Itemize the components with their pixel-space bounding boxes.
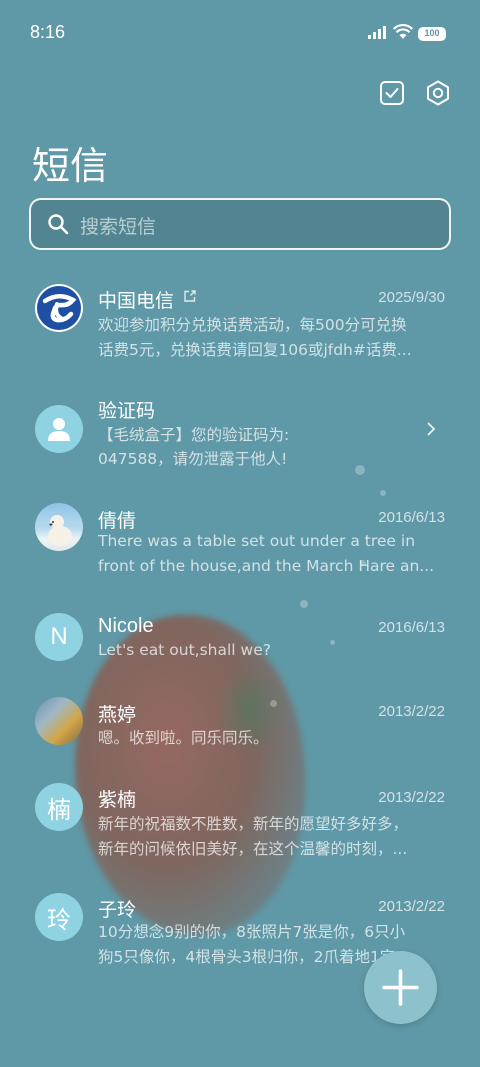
china-telecom-logo-avatar xyxy=(35,284,83,332)
conversation-preview-line1: 10分想念9别的你，8张照片7张是你，6只小 xyxy=(98,923,406,941)
conversation-item[interactable]: N Nicole 2016/6/13 Let's eat out,shall w… xyxy=(0,610,480,710)
conversation-date: 2013/2/22 xyxy=(378,703,445,720)
conversation-preview-line1: There was a table set out under a tree i… xyxy=(98,532,416,550)
new-message-button[interactable] xyxy=(364,951,437,1024)
select-checkbox-icon[interactable] xyxy=(378,79,406,107)
external-link-icon xyxy=(184,290,196,302)
letter-avatar: 玲 xyxy=(35,893,83,941)
conversation-preview-line2: 047588，请勿泄露于他人! xyxy=(98,450,288,468)
conversation-name: Nicole xyxy=(98,615,154,637)
signal-icon xyxy=(368,26,386,39)
conversation-date: 2013/2/22 xyxy=(378,789,445,806)
letter-avatar: 楠 xyxy=(35,783,83,831)
conversation-item[interactable]: 验证码 【毛绒盒子】您的验证码为: 047588，请勿泄露于他人! xyxy=(0,390,480,490)
conversation-name: 倩倩 xyxy=(98,510,137,532)
conversation-name: 中国电信 xyxy=(98,290,175,312)
background-bubble xyxy=(380,490,386,496)
search-bar[interactable]: 搜索短信 xyxy=(29,198,451,250)
letter-avatar: N xyxy=(35,613,83,661)
conversation-preview-line2: 新年的问候依旧美好，在这个温馨的时刻，... xyxy=(98,840,408,858)
battery-icon: 100 xyxy=(418,27,446,41)
conversation-date: 2013/2/22 xyxy=(378,898,445,915)
conversation-name: 紫楠 xyxy=(98,789,137,811)
conversation-name: 子玲 xyxy=(98,899,137,921)
search-icon xyxy=(48,214,69,235)
conversation-preview-line1: 【毛绒盒子】您的验证码为: xyxy=(98,426,290,444)
polar-bear-photo-avatar xyxy=(35,503,83,551)
conversation-preview-line1: 嗯。收到啦。同乐同乐。 xyxy=(98,729,269,747)
chevron-right-icon xyxy=(427,422,436,436)
conversation-item[interactable]: 中国电信 2025/9/30 欢迎参加积分兑换话费活动，每500分可兑换 话费5… xyxy=(0,280,480,380)
conversation-preview-line2: front of the house,and the March Hare an… xyxy=(98,557,435,575)
background-bubble xyxy=(300,600,308,608)
wifi-icon xyxy=(393,24,413,39)
status-time: 8:16 xyxy=(30,22,66,42)
conversation-item[interactable]: 楠 紫楠 2013/2/22 新年的祝福数不胜数，新年的愿望好多好多， 新年的问… xyxy=(0,783,480,883)
person-avatar xyxy=(35,405,83,453)
conversation-preview-line1: Let's eat out,shall we? xyxy=(98,641,271,659)
status-bar: 8:16 100 xyxy=(0,0,480,60)
conversation-preview-line1: 欢迎参加积分兑换话费活动，每500分可兑换 xyxy=(98,316,407,334)
page-title: 短信 xyxy=(32,144,109,188)
conversation-date: 2016/6/13 xyxy=(378,619,445,636)
conversation-name: 燕婷 xyxy=(98,704,137,726)
conversation-preview-line1: 新年的祝福数不胜数，新年的愿望好多好多， xyxy=(98,815,409,833)
conversation-date: 2016/6/13 xyxy=(378,509,445,526)
conversation-name: 验证码 xyxy=(98,400,156,422)
search-placeholder: 搜索短信 xyxy=(80,216,157,238)
conversation-item[interactable]: 倩倩 2016/6/13 There was a table set out u… xyxy=(0,500,480,600)
photo-avatar xyxy=(35,697,83,745)
conversation-item[interactable]: 燕婷 2013/2/22 嗯。收到啦。同乐同乐。 xyxy=(0,697,480,797)
settings-gear-icon[interactable] xyxy=(424,79,452,107)
plus-icon xyxy=(382,969,419,1006)
person-icon xyxy=(48,418,70,441)
conversation-date: 2025/9/30 xyxy=(378,289,445,306)
conversation-preview-line2: 话费5元，兑换话费请回复106或jfdh#话费... xyxy=(98,341,412,359)
